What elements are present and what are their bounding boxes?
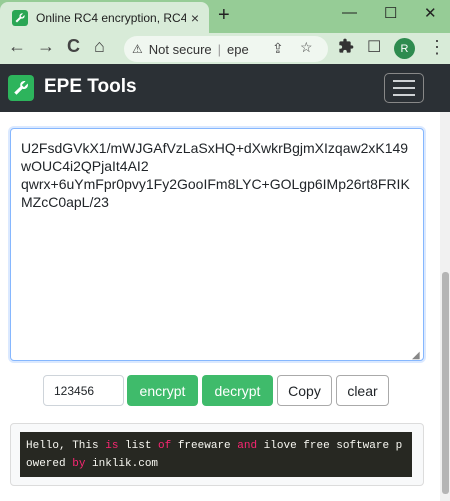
encrypt-button[interactable]: encrypt xyxy=(127,375,198,406)
address-bar[interactable]: ⚠ Not secure | epe ⇪ ☆ xyxy=(124,36,328,62)
minimize-button[interactable]: — xyxy=(342,4,357,21)
browser-tab-strip: Online RC4 encryption, RC4 de × + — ☐ ✕ xyxy=(0,0,450,33)
bookmark-star-icon[interactable]: ☆ xyxy=(300,39,313,56)
code-text: list xyxy=(118,440,159,452)
code-keyword: is xyxy=(105,440,119,452)
forward-button[interactable]: → xyxy=(37,36,55,57)
reload-button[interactable]: C xyxy=(67,36,80,57)
security-status: Not secure xyxy=(148,41,212,57)
code-keyword: of xyxy=(158,440,172,452)
tab-close-icon[interactable]: × xyxy=(191,10,199,26)
sidebar-toggle-icon[interactable]: ☐ xyxy=(367,37,381,57)
maximize-button[interactable]: ☐ xyxy=(384,4,397,22)
site-navbar: EPE Tools xyxy=(0,64,450,112)
hamburger-line xyxy=(393,94,415,96)
browser-tab[interactable]: Online RC4 encryption, RC4 de × xyxy=(0,2,209,33)
browser-toolbar: ← → C ⌂ ⚠ Not secure | epe ⇪ ☆ ☐ R ⋮ xyxy=(0,33,450,64)
copy-button[interactable]: Copy xyxy=(277,375,332,406)
wrench-logo-icon[interactable] xyxy=(8,75,34,101)
decrypt-button[interactable]: decrypt xyxy=(202,375,273,406)
code-text: inklik.com xyxy=(85,458,159,470)
warning-triangle-icon: ⚠ xyxy=(132,42,143,56)
back-button[interactable]: ← xyxy=(8,36,26,57)
ciphertext-textarea[interactable] xyxy=(10,128,424,361)
new-tab-button[interactable]: + xyxy=(218,4,230,27)
resize-grip-icon[interactable]: ◢ xyxy=(412,350,420,361)
profile-avatar[interactable]: R xyxy=(394,38,415,59)
brand-title[interactable]: EPE Tools xyxy=(44,76,137,98)
tab-title: Online RC4 encryption, RC4 de xyxy=(36,10,186,25)
page-scrollbar-thumb[interactable] xyxy=(442,272,449,494)
clear-button[interactable]: clear xyxy=(336,375,389,406)
omnibox-separator: | xyxy=(217,41,222,57)
code-keyword: by xyxy=(72,458,86,470)
hamburger-line xyxy=(393,80,415,82)
share-icon[interactable]: ⇪ xyxy=(272,40,284,57)
navbar-toggler-button[interactable] xyxy=(384,73,424,103)
code-text: freeware xyxy=(171,440,238,452)
puzzle-icon[interactable] xyxy=(338,38,354,59)
hamburger-line xyxy=(393,87,415,89)
key-input[interactable] xyxy=(43,375,124,406)
close-window-button[interactable]: ✕ xyxy=(424,4,437,22)
home-button[interactable]: ⌂ xyxy=(94,36,105,57)
url-host: epe xyxy=(227,41,249,57)
output-code: Hello, This is list of freeware and ilov… xyxy=(20,432,412,477)
code-keyword: and xyxy=(237,440,258,452)
wrench-favicon-icon xyxy=(12,9,28,26)
browser-menu-icon[interactable]: ⋮ xyxy=(428,37,446,58)
code-text: Hello, This xyxy=(26,440,106,452)
